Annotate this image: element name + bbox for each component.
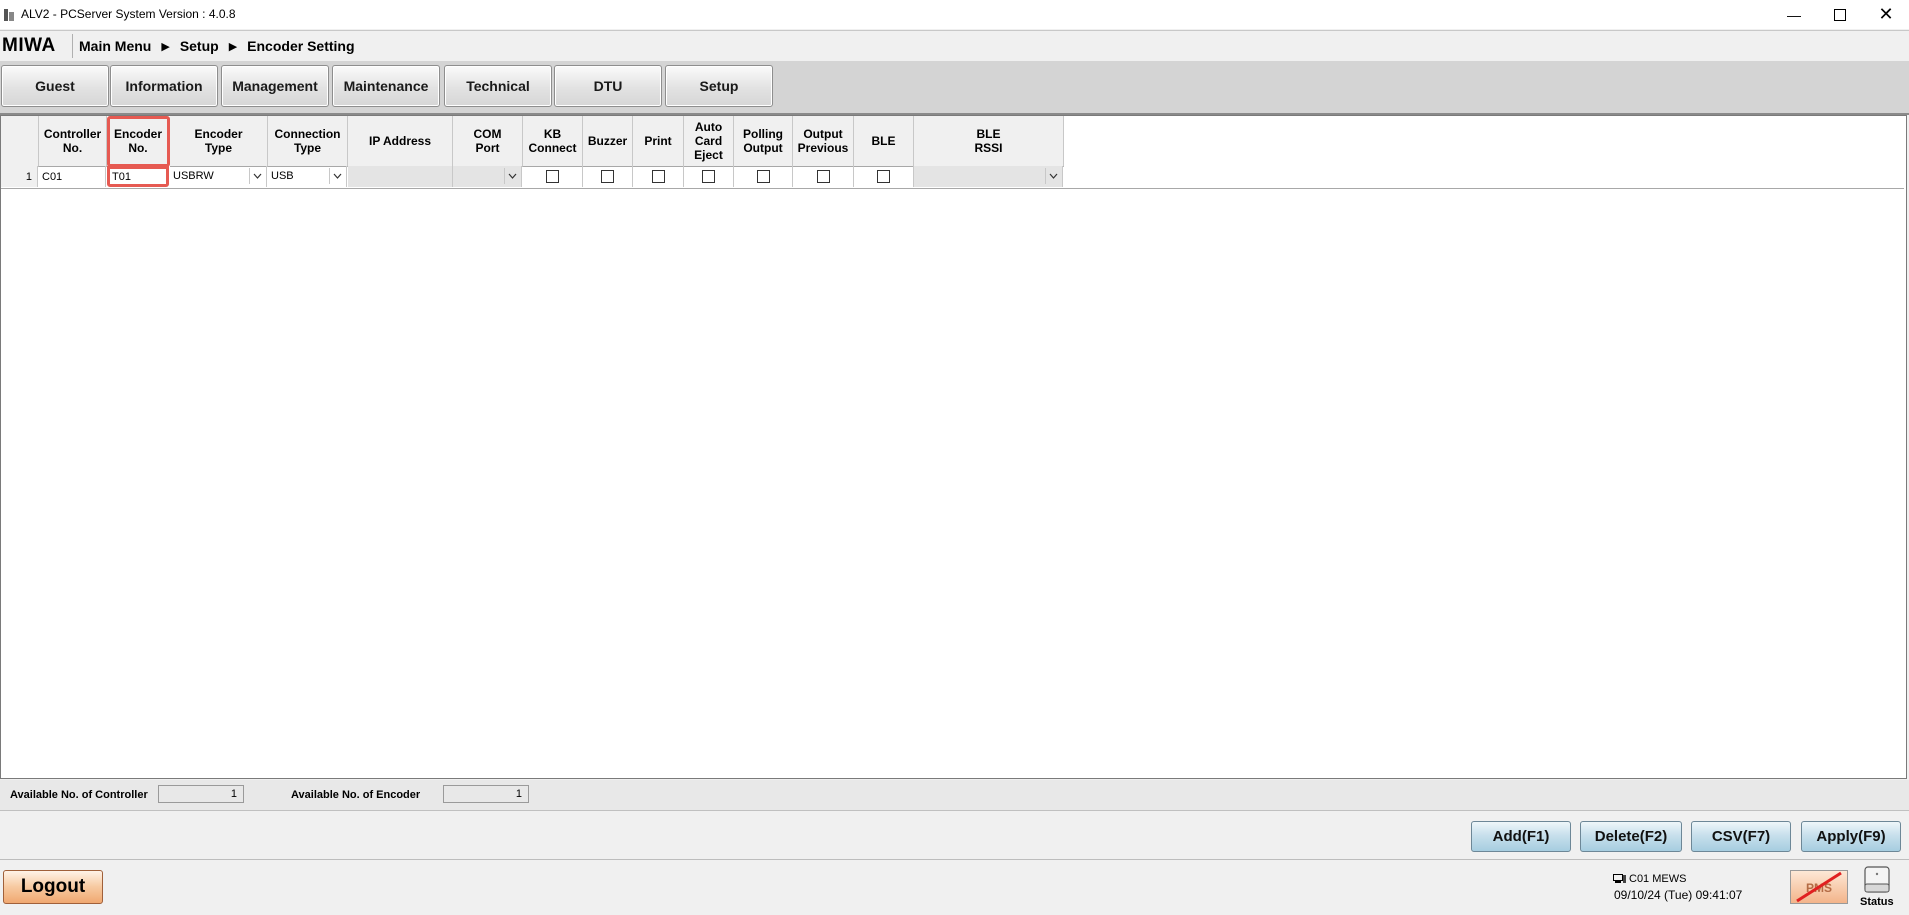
menu-information-button[interactable]: Information <box>110 65 218 107</box>
buzzer-checkbox[interactable] <box>601 170 614 183</box>
kb-connect-cell <box>523 166 583 187</box>
current-datetime: 09/10/24 (Tue) 09:41:07 <box>1614 888 1743 902</box>
polling-output-cell <box>734 166 793 187</box>
encoder-type-value: USBRW <box>173 170 214 182</box>
ble-rssi-select[interactable] <box>914 166 1063 187</box>
header-auto-card-eject: Auto Card Eject <box>684 116 734 167</box>
polling-output-checkbox[interactable] <box>756 170 770 183</box>
breadcrumb: Main Menu ▶ Setup ▶ Encoder Setting <box>79 38 355 54</box>
csv-button[interactable]: CSV(F7) <box>1691 821 1791 852</box>
breadcrumb-encoder-setting: Encoder Setting <box>247 38 355 54</box>
print-checkbox[interactable] <box>651 170 665 183</box>
auto-card-eject-checkbox[interactable] <box>702 170 715 183</box>
header-encoder-no: Encoder No. <box>107 116 170 167</box>
window-title: ALV2 - PCServer System Version : 4.0.8 <box>21 7 236 21</box>
available-encoder-value: 1 <box>443 785 529 803</box>
ble-checkbox[interactable] <box>877 170 890 183</box>
chevron-down-icon[interactable] <box>1045 168 1060 184</box>
header-kb-connect: KB Connect <box>523 116 583 167</box>
header-ip-address: IP Address <box>348 116 453 167</box>
cell-encoder-no[interactable]: T01 <box>107 166 169 187</box>
server-status-icon[interactable] <box>1862 866 1892 894</box>
connection-type-value: USB <box>271 170 294 182</box>
ble-cell <box>854 166 914 187</box>
cell-controller-no[interactable]: C01 <box>39 166 106 187</box>
com-port-select[interactable] <box>453 166 522 187</box>
add-button[interactable]: Add(F1) <box>1471 821 1571 852</box>
pms-disconnected-icon: PMS <box>1790 870 1848 904</box>
breadcrumb-bar: MIWA Main Menu ▶ Setup ▶ Encoder Setting <box>0 30 1909 62</box>
available-controller-label: Available No. of Controller <box>10 789 148 801</box>
encoder-type-select[interactable]: USBRW <box>170 166 267 187</box>
header-com-port: COM Port <box>453 116 523 167</box>
connection-type-select[interactable]: USB <box>268 166 347 187</box>
action-bar: Add(F1) Delete(F2) CSV(F7) Apply(F9) <box>0 811 1909 860</box>
status-label: Status <box>1860 896 1894 908</box>
header-print: Print <box>633 116 684 167</box>
window-title-bar: ALV2 - PCServer System Version : 4.0.8 —… <box>0 0 1909 29</box>
row-header-corner <box>1 116 39 167</box>
breadcrumb-main-menu[interactable]: Main Menu <box>79 38 151 54</box>
header-controller-no: Controller No. <box>39 116 107 167</box>
brand-logo: MIWA <box>2 35 56 56</box>
available-encoder-label: Available No. of Encoder <box>291 789 421 801</box>
header-polling-output: Polling Output <box>734 116 793 167</box>
menu-setup-button[interactable]: Setup <box>665 65 773 107</box>
header-buzzer: Buzzer <box>583 116 633 167</box>
availability-bar: Available No. of Controller 1 Available … <box>0 780 1909 811</box>
ip-address-field <box>348 166 453 187</box>
menu-maintenance-button[interactable]: Maintenance <box>332 65 440 107</box>
terminal-name: C01 MEWS <box>1629 873 1687 885</box>
kb-connect-checkbox[interactable] <box>546 170 559 183</box>
chevron-down-icon[interactable] <box>504 168 519 184</box>
header-encoder-type: Encoder Type <box>170 116 268 167</box>
breadcrumb-setup[interactable]: Setup <box>180 38 219 54</box>
logout-button[interactable]: Logout <box>3 870 103 904</box>
arrow-right-icon: ▶ <box>161 40 170 53</box>
header-ble-rssi: BLE RSSI <box>914 116 1064 167</box>
chevron-down-icon[interactable] <box>249 168 264 184</box>
menu-management-button[interactable]: Management <box>221 65 329 107</box>
close-icon[interactable]: ✕ <box>1863 0 1909 29</box>
terminal-info: C01 MEWS <box>1613 873 1686 885</box>
menu-guest-button[interactable]: Guest <box>1 65 109 107</box>
delete-button[interactable]: Delete(F2) <box>1580 821 1682 852</box>
header-ble: BLE <box>854 116 914 167</box>
maximize-icon[interactable] <box>1817 0 1863 29</box>
computer-icon <box>1613 874 1626 883</box>
main-menu-bar: Guest Information Management Maintenance… <box>0 61 1909 115</box>
menu-dtu-button[interactable]: DTU <box>554 65 662 107</box>
chevron-down-icon[interactable] <box>329 168 344 184</box>
arrow-right-icon: ▶ <box>228 40 238 53</box>
header-output-previous: Output Previous <box>793 116 854 167</box>
encoder-grid: Controller No. Encoder No. Encoder Type … <box>0 115 1907 779</box>
header-connection-type: Connection Type <box>268 116 348 167</box>
minimize-icon[interactable]: — <box>1771 0 1817 29</box>
apply-button[interactable]: Apply(F9) <box>1801 821 1901 852</box>
app-icon <box>4 9 14 21</box>
output-previous-checkbox[interactable] <box>816 170 830 183</box>
status-bar: Logout C01 MEWS 09/10/24 (Tue) 09:41:07 … <box>0 860 1909 915</box>
menu-technical-button[interactable]: Technical <box>444 65 552 107</box>
divider <box>72 34 73 58</box>
auto-card-eject-cell <box>684 166 734 187</box>
table-row[interactable]: 1 C01 T01 USBRW USB <box>1 166 1904 189</box>
row-number[interactable]: 1 <box>1 166 38 187</box>
output-previous-cell <box>793 166 854 187</box>
available-controller-value: 1 <box>158 785 244 803</box>
buzzer-cell <box>583 166 633 187</box>
print-cell <box>633 166 684 187</box>
